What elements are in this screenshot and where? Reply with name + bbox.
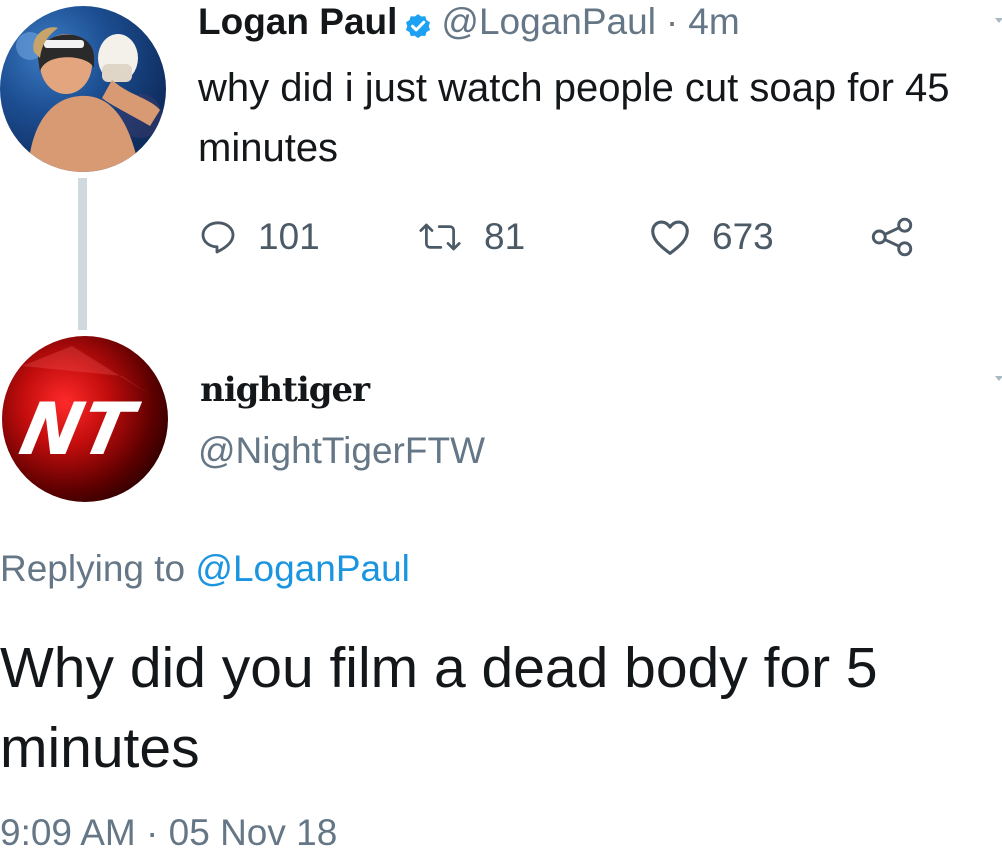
display-name[interactable]: Logan Paul (198, 0, 397, 44)
nighttiger-avatar[interactable]: NT (2, 336, 168, 502)
reply-menu-caret-icon[interactable] (995, 376, 1002, 381)
reply-timestamp[interactable]: 9:09 AM · 05 Nov 18 (0, 812, 337, 854)
replying-to-line: Replying to @LoganPaul (0, 548, 410, 590)
like-count: 673 (712, 216, 774, 257)
tweet-menu-caret-icon[interactable] (995, 18, 1002, 23)
thread-connector-line (78, 178, 87, 330)
reply-button[interactable]: 101 (198, 214, 320, 260)
replying-to-label: Replying to (0, 548, 186, 589)
share-nodes-icon (871, 217, 913, 257)
share-button[interactable] (870, 214, 934, 260)
display-name[interactable]: nightiger (200, 370, 370, 410)
reply-text: Why did you film a dead body for 5 minut… (0, 636, 878, 780)
replying-to-mention-link[interactable]: @LoganPaul (195, 548, 410, 589)
separator-dot: · (665, 1, 679, 42)
verified-badge-icon (403, 7, 433, 39)
reply-count: 101 (258, 216, 320, 257)
tweet-header: Logan Paul @LoganPaul · 4m (198, 0, 740, 44)
logan-paul-avatar[interactable] (0, 6, 166, 172)
user-handle[interactable]: @LoganPaul (441, 0, 656, 44)
tweet-time[interactable]: 4m (688, 0, 739, 44)
like-button[interactable]: 673 (648, 214, 774, 260)
tweet-thread: Logan Paul @LoganPaul · 4m why did i jus… (0, 0, 1002, 858)
retweet-arrows-icon (419, 223, 461, 251)
speech-bubble-icon (201, 221, 235, 254)
heart-outline-icon (651, 220, 689, 255)
retweet-button[interactable]: 81 (416, 214, 525, 260)
retweet-count: 81 (484, 216, 526, 257)
user-handle[interactable]: @NightTigerFTW (198, 430, 485, 472)
tweet-text: why did i just watch people cut soap for… (198, 66, 950, 170)
avatar-logo-text: NT (13, 388, 146, 472)
